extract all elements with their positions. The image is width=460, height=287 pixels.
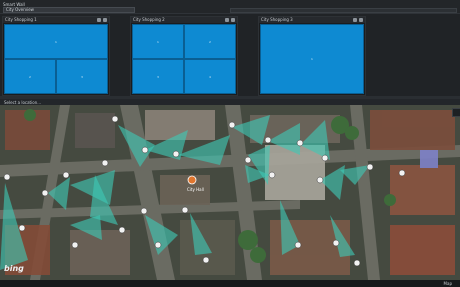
camera-tile[interactable]: 1 xyxy=(4,24,108,59)
close-icon[interactable] xyxy=(359,18,363,22)
camera-tile[interactable]: 2 xyxy=(4,59,56,94)
camera-tile[interactable]: 3 xyxy=(56,59,108,94)
map-zoom-control[interactable] xyxy=(452,108,460,117)
maximize-icon[interactable] xyxy=(225,18,229,22)
camera-tile[interactable]: 2 xyxy=(184,24,236,59)
view-panel-header: City Shopping 2 xyxy=(131,17,237,23)
camera-tile-number: 3 xyxy=(81,74,83,79)
view-panel-header: City Shopping 3 xyxy=(259,17,365,23)
camera-tile[interactable]: 4 xyxy=(184,59,236,94)
close-icon[interactable] xyxy=(103,18,107,22)
status-bar: Map xyxy=(0,280,460,287)
aerial-map: City Hall xyxy=(0,105,460,280)
camera-tile-number: 2 xyxy=(209,39,211,44)
camera-tile-number: 1 xyxy=(311,57,313,61)
view-selector[interactable]: City Overview xyxy=(3,7,135,13)
view-panel-1[interactable]: City Shopping 1 1 2 3 xyxy=(2,16,110,96)
camera-tile[interactable]: 1 xyxy=(132,24,184,59)
camera-tile[interactable]: 1 xyxy=(260,24,364,94)
camera-tile-number: 3 xyxy=(157,74,159,79)
status-label[interactable]: Map xyxy=(444,281,452,286)
maximize-icon[interactable] xyxy=(97,18,101,22)
close-icon[interactable] xyxy=(231,18,235,22)
view-panels: City Shopping 1 1 2 3 City Shopping 2 1 xyxy=(0,14,460,96)
view-selector-value: City Overview xyxy=(6,7,34,12)
view-panel-title: City Shopping 3 xyxy=(261,17,293,22)
camera-tile-number: 4 xyxy=(209,74,211,79)
camera-tile-number: 2 xyxy=(29,74,31,79)
camera-grid: 1 2 3 4 xyxy=(132,24,236,94)
header-filter-field[interactable] xyxy=(230,8,457,13)
view-panel-3[interactable]: City Shopping 3 1 xyxy=(258,16,366,96)
view-panel-title: City Shopping 2 xyxy=(133,17,165,22)
view-panel-header: City Shopping 1 xyxy=(3,17,109,23)
camera-grid: 1 2 3 xyxy=(4,24,108,94)
map-marker-label: City Hall xyxy=(187,187,204,192)
view-panel-2[interactable]: City Shopping 2 1 2 3 4 xyxy=(130,16,238,96)
bing-logo: bing xyxy=(4,264,24,273)
view-panel-title: City Shopping 1 xyxy=(5,17,37,22)
camera-tile-number: 1 xyxy=(157,39,159,44)
maximize-icon[interactable] xyxy=(353,18,357,22)
map-view[interactable]: City Hall xyxy=(0,105,460,280)
header-bar: Smart Wall City Overview xyxy=(0,0,460,14)
camera-grid: 1 xyxy=(260,24,364,94)
camera-tile[interactable]: 3 xyxy=(132,59,184,94)
camera-tile-number: 1 xyxy=(55,39,57,44)
